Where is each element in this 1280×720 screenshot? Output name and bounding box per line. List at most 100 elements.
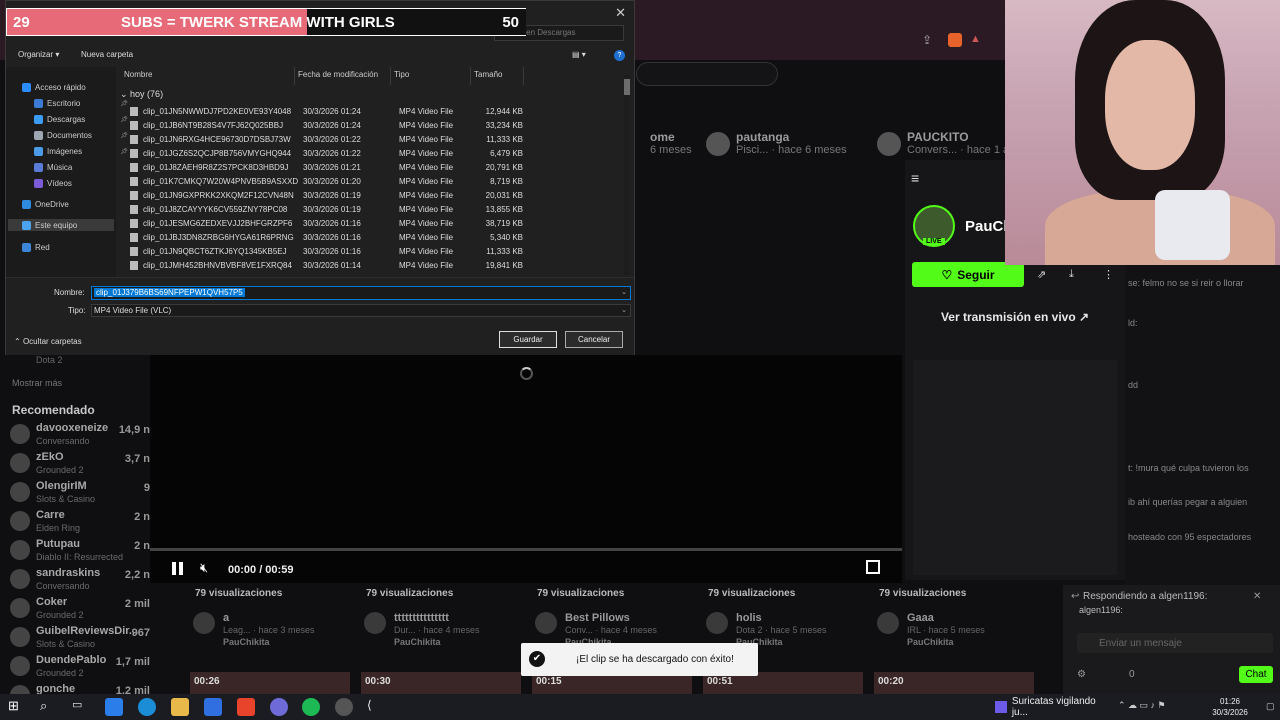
brave-shield-icon[interactable] <box>948 33 962 47</box>
column-type[interactable]: Tipo <box>394 70 409 79</box>
file-list-scrollbar[interactable] <box>624 75 630 275</box>
close-button[interactable]: ✕ <box>615 5 626 21</box>
file-row[interactable]: clip_01JESMG6ZEDXEVJJ2BHFGRZPF6 30/3/2026… <box>118 217 628 231</box>
nav-item[interactable]: Acceso rápido <box>22 81 116 93</box>
nav-item[interactable]: Red <box>22 241 116 253</box>
more-icon[interactable]: ⋮ <box>1103 268 1114 281</box>
column-name[interactable]: Nombre <box>124 70 152 79</box>
clip-tile[interactable]: 79 visualizaciones ttttttttttttttt Dur... … <box>364 588 524 636</box>
scrollbar-thumb[interactable] <box>624 79 630 95</box>
avatar <box>10 656 30 676</box>
clip-thumbnail[interactable]: 00:20 <box>874 672 1034 694</box>
clip-card[interactable]: pautanga Pisci... · hace 6 meses <box>706 130 866 170</box>
video-player[interactable]: 🔇︎ 00:00 / 00:59 <box>150 355 902 583</box>
file-explorer-icon[interactable] <box>171 698 189 716</box>
nav-item[interactable]: OneDrive <box>22 198 116 210</box>
channel-name: Carre <box>36 509 65 521</box>
discord-icon[interactable] <box>270 698 288 716</box>
nav-item[interactable]: Imágenes 📌︎ <box>34 145 128 157</box>
menu-icon[interactable]: ≡ <box>911 170 919 186</box>
brave-icon[interactable] <box>237 698 255 716</box>
channel-item[interactable]: Coker Grounded 2 2 mil <box>10 594 150 624</box>
cancel-button[interactable]: Cancelar <box>565 331 623 348</box>
copilot-icon[interactable] <box>105 698 123 716</box>
file-row[interactable]: clip_01JBJ3DN8ZRBG6HYGA61R6PRNG 30/3/2026… <box>118 231 628 245</box>
hide-folders-toggle[interactable]: ⌃ Ocultar carpetas <box>14 337 82 346</box>
settings-icon[interactable]: ⚙ <box>1077 669 1086 680</box>
file-date: 30/3/2026 01:19 <box>303 191 361 200</box>
clip-thumbnail[interactable]: 00:30 <box>361 672 521 694</box>
app-icon[interactable]: ⟨ <box>367 698 385 716</box>
group-header[interactable]: ⌄ hoy (76) <box>120 89 163 100</box>
channel-item[interactable]: OlengirIM Slots & Casino 9 <box>10 478 150 508</box>
nav-item[interactable]: Este equipo <box>8 219 114 231</box>
file-row[interactable]: clip_01K7CMKQ7W20W4PNVB5B9ASXXD 30/3/2026… <box>118 175 628 189</box>
channel-item[interactable]: DuendePablo Grounded 2 1,7 mil <box>10 652 150 682</box>
clip-tile[interactable]: 79 visualizaciones holis Dota 2 · hace 5 m… <box>706 588 866 636</box>
video-file-icon <box>130 191 138 200</box>
pause-icon[interactable] <box>172 562 176 575</box>
pictures-icon <box>34 146 43 156</box>
clock-date: 30/3/2026 <box>1212 708 1248 717</box>
share-icon[interactable]: ⇪ <box>922 33 932 47</box>
file-row[interactable]: clip_01J8ZCAYYYK6CV559ZNY78PC08 30/3/2026… <box>118 203 628 217</box>
watch-live-link[interactable]: Ver transmisión en vivo ↗ <box>905 310 1125 324</box>
help-icon[interactable]: ? <box>614 50 625 61</box>
file-row[interactable]: clip_01JB6NT9B28S4V7FJ62Q025BBJ 30/3/2026… <box>118 119 628 133</box>
new-folder-button[interactable]: Nueva carpeta <box>81 50 133 59</box>
clip-thumbnail[interactable]: 00:26 <box>190 672 350 694</box>
fullscreen-icon[interactable] <box>866 560 880 574</box>
store-icon[interactable] <box>204 698 222 716</box>
organize-button[interactable]: Organizar ▾ <box>18 50 59 59</box>
file-row[interactable]: clip_01JN5NWWDJ7PD2KE0VE93Y4048 30/3/2026… <box>118 105 628 119</box>
taskbar-active-task[interactable]: Suricatas vigilando ju... <box>995 696 1113 718</box>
save-button[interactable]: Guardar <box>499 331 557 348</box>
file-row[interactable]: clip_01JN6RXG4HCE96730D7DSBJ73W 30/3/2026… <box>118 133 628 147</box>
search-icon[interactable]: ⌕ <box>40 698 58 716</box>
site-search-input[interactable] <box>636 62 778 86</box>
view-options-icon[interactable]: ▤ ▾ <box>572 50 586 59</box>
filename-input[interactable]: clip_01J379B6BS69NFPEPW1QVH57P5 ⌄ <box>91 286 631 300</box>
channel-item[interactable]: zEkO Grounded 2 3,7 n <box>10 449 150 479</box>
channel-item[interactable]: GuibelReviewsDir... Slots & Casino 967 <box>10 623 150 653</box>
mute-icon[interactable]: 🔇︎ <box>200 560 208 576</box>
task-view-icon[interactable]: ▭ <box>72 698 90 716</box>
windows-start-icon[interactable]: ⊞ <box>8 698 26 716</box>
clip-tile[interactable]: 79 visualizaciones a Leag... · hace 3 mese… <box>193 588 353 636</box>
nav-item[interactable]: Descargas 📌︎ <box>34 113 128 125</box>
filetype-select[interactable]: MP4 Video File (VLC) ⌄ <box>91 304 631 317</box>
channel-item[interactable]: Carre Elden Ring 2 n <box>10 507 150 537</box>
progress-bar[interactable] <box>150 548 902 551</box>
file-row[interactable]: clip_01JN9QBCT6ZTKJ6YQ1345KB5EJ 30/3/2026… <box>118 245 628 259</box>
show-more-link[interactable]: Mostrar más <box>12 378 62 388</box>
chat-send-button[interactable]: Chat <box>1239 666 1273 683</box>
file-row[interactable]: clip_01JGZ6S2QCJP8B756VMYGHQ944 30/3/2026… <box>118 147 628 161</box>
channel-item[interactable]: Putupau Diablo II: Resurrected 2 n <box>10 536 150 566</box>
clip-tile[interactable]: 79 visualizaciones Best Pillows Conv... · … <box>535 588 695 636</box>
spotify-icon[interactable] <box>302 698 320 716</box>
column-date[interactable]: Fecha de modificación <box>298 70 378 79</box>
nav-item[interactable]: Escritorio 📌︎ <box>34 97 128 109</box>
check-icon: ✔ <box>529 651 545 667</box>
file-row[interactable]: clip_01J8ZAEH9R8Z2S7PCK8D3HBD9J 30/3/2026… <box>118 161 628 175</box>
taskbar-clock[interactable]: 01:26 30/3/2026 <box>1200 696 1260 718</box>
channel-item[interactable]: sandraskins Conversando 2,2 n <box>10 565 150 595</box>
follow-button[interactable]: ♡ Seguir <box>912 262 1024 287</box>
nav-item[interactable]: Vídeos <box>34 177 128 189</box>
edge-icon[interactable] <box>138 698 156 716</box>
rewards-icon[interactable]: ▲ <box>970 33 981 45</box>
close-icon[interactable]: ✕ <box>1253 591 1261 602</box>
column-size[interactable]: Tamaño <box>474 70 502 79</box>
share-icon[interactable]: ⇗ <box>1037 268 1046 281</box>
tray-icons[interactable]: ⌃ ☁ ▭ ♪ ⚑ <box>1118 700 1166 711</box>
nav-item[interactable]: Música <box>34 161 128 173</box>
chevron-down-icon[interactable]: ⌄ <box>621 288 627 296</box>
file-row[interactable]: clip_01JMH452BHNVBVBF8VE1FXRQ84 30/3/2026… <box>118 259 628 273</box>
nav-item[interactable]: Documentos 📌︎ <box>34 129 128 141</box>
notification-icon[interactable]: ▢ <box>1266 701 1275 712</box>
download-icon[interactable]: ⤓ <box>1069 268 1074 281</box>
file-row[interactable]: clip_01JN9GXPRKK2XKQM2F12CVN48N 30/3/2026… <box>118 189 628 203</box>
obs-icon[interactable] <box>335 698 353 716</box>
clip-tile[interactable]: 79 visualizaciones Gaaa IRL · hace 5 meses <box>877 588 1037 636</box>
channel-item[interactable]: davooxeneize Conversando 14,9 n <box>10 420 150 450</box>
